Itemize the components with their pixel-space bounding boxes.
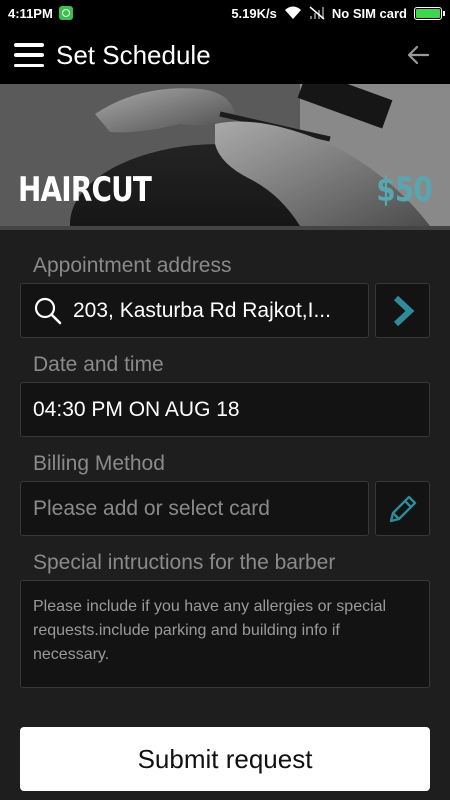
status-bar: 4:11PM 5.19K/s No SIM card: [0, 0, 450, 26]
datetime-label: Date and time: [33, 353, 164, 376]
banner-divider: [0, 226, 450, 230]
chevron-right-icon: [393, 295, 414, 326]
instructions-label: Special intructions for the barber: [33, 551, 336, 574]
billing-label: Billing Method: [33, 452, 165, 475]
address-field[interactable]: 203, Kasturba Rd Rajkot,I...: [20, 283, 369, 338]
address-label: Appointment address: [33, 254, 232, 277]
page-title: Set Schedule: [56, 39, 211, 70]
address-next-button[interactable]: [375, 283, 430, 338]
instructions-textarea[interactable]: Please include if you have any allergies…: [20, 580, 430, 688]
address-value: 203, Kasturba Rd Rajkot,I...: [73, 298, 331, 322]
back-arrow-icon[interactable]: [406, 43, 430, 67]
carrier-text: No SIM card: [331, 5, 407, 21]
submit-request-button[interactable]: Submit request: [20, 727, 430, 791]
battery-icon: [414, 6, 445, 20]
battery-fill: [416, 8, 440, 18]
billing-placeholder: Please add or select card: [33, 496, 270, 520]
status-time: 4:11PM: [8, 5, 53, 21]
instructions-placeholder: Please include if you have any allergies…: [33, 598, 387, 663]
edit-billing-button[interactable]: [375, 481, 430, 536]
app-notification-icon: [58, 6, 73, 20]
datetime-field[interactable]: 04:30 PM ON AUG 18: [20, 382, 430, 437]
search-icon: [34, 297, 62, 324]
submit-label: Submit request: [137, 743, 313, 774]
network-speed: 5.19K/s: [231, 5, 277, 21]
service-name: HAIRCUT: [18, 170, 152, 210]
status-left: 4:11PM: [8, 6, 73, 21]
wifi-icon: [284, 6, 301, 19]
status-right: 5.19K/s No SIM card: [231, 5, 445, 21]
datetime-value: 04:30 PM ON AUG 18: [33, 397, 240, 421]
pencil-icon: [389, 495, 416, 522]
billing-field[interactable]: Please add or select card: [20, 481, 369, 536]
service-banner: HAIRCUT $50: [0, 84, 450, 226]
app-bar: Set Schedule: [0, 26, 450, 84]
hamburger-menu-icon[interactable]: [14, 43, 44, 67]
service-price: $50: [376, 170, 433, 210]
signal-icon: [309, 6, 325, 20]
